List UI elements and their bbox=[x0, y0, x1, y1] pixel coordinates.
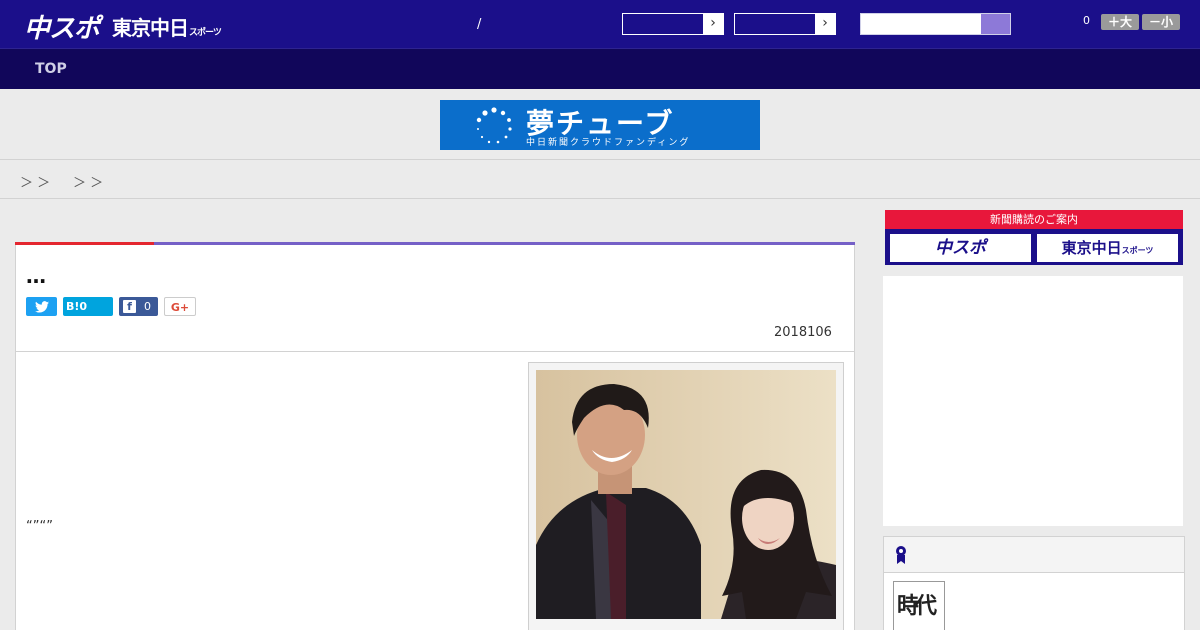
facebook-share-button[interactable]: f 0 bbox=[119, 297, 158, 316]
book-thumbnail[interactable]: 時代 bbox=[893, 581, 945, 630]
site-header: 中スポ 東京中日スポーツ / › › 0 ＋大 －小 bbox=[0, 0, 1200, 48]
tokyo-chunichi-logo[interactable]: 東京中日スポーツ bbox=[112, 12, 222, 41]
font-larger-button[interactable]: ＋大 bbox=[1101, 14, 1139, 30]
book-title: 時代 bbox=[897, 593, 937, 619]
dots-circle-icon bbox=[476, 107, 512, 144]
article-photo-image bbox=[536, 370, 836, 619]
newspaper-subscription-banner[interactable]: 新聞購読のご案内 中スポ 東京中日スポーツ bbox=[885, 210, 1183, 265]
region-select-2[interactable]: › bbox=[734, 13, 836, 35]
breadcrumb-separator: ＞ ＞ bbox=[73, 176, 104, 191]
subscribe-chuspo-link[interactable]: 中スポ bbox=[889, 233, 1032, 263]
google-plus-share-button[interactable]: G+ bbox=[164, 297, 196, 316]
region-select-1[interactable]: › bbox=[622, 13, 724, 35]
twitter-icon bbox=[34, 301, 49, 313]
facebook-icon: f bbox=[123, 300, 136, 313]
search-input[interactable] bbox=[860, 13, 1011, 35]
chuspo-logo[interactable]: 中スポ bbox=[24, 8, 100, 45]
article-accent-purple bbox=[154, 242, 855, 245]
subscribe-chuspo-label: 中スポ bbox=[935, 238, 986, 258]
font-smaller-button[interactable]: －小 bbox=[1142, 14, 1180, 30]
banner-subtitle: 中日新聞クラウドファンディング bbox=[526, 138, 691, 148]
font-size-count: 0 bbox=[1083, 14, 1090, 27]
subscription-heading: 新聞購読のご案内 bbox=[885, 210, 1183, 229]
search-button[interactable] bbox=[981, 14, 1010, 34]
hatena-bookmark-button[interactable]: B!0 bbox=[63, 297, 113, 316]
chevron-right-icon: › bbox=[815, 14, 835, 34]
twitter-share-button[interactable] bbox=[26, 297, 57, 316]
chevron-right-icon: › bbox=[703, 14, 723, 34]
tokyo-logo-text: 東京中日 bbox=[112, 16, 189, 40]
subscribe-tokyo-link[interactable]: 東京中日スポーツ bbox=[1036, 233, 1179, 263]
subscribe-tokyo-suffix: スポーツ bbox=[1121, 246, 1154, 255]
sidebar-ad[interactable] bbox=[883, 276, 1183, 526]
yume-tube-banner[interactable]: 夢チューブ 中日新聞クラウドファンディング bbox=[440, 100, 760, 150]
header-separator: / bbox=[477, 17, 482, 32]
breadcrumb: ＞ ＞ ＞ ＞ bbox=[0, 161, 1200, 199]
nav-item-top[interactable]: TOP bbox=[35, 61, 67, 77]
main-nav: TOP bbox=[0, 48, 1200, 89]
facebook-share-count: 0 bbox=[144, 300, 151, 313]
article-title: … bbox=[26, 264, 46, 288]
ribbon-award-icon bbox=[896, 546, 906, 564]
article-photo[interactable] bbox=[536, 370, 836, 619]
tokyo-logo-suffix: スポーツ bbox=[189, 28, 222, 38]
article-date: 2018106 bbox=[774, 325, 832, 340]
article-divider bbox=[16, 351, 854, 352]
article-accent-red bbox=[15, 242, 154, 245]
subscribe-tokyo-label: 東京中日 bbox=[1061, 239, 1122, 257]
ranking-header bbox=[884, 537, 1184, 573]
breadcrumb-separator: ＞ ＞ bbox=[20, 176, 51, 191]
article-body: “”“” bbox=[26, 519, 53, 534]
